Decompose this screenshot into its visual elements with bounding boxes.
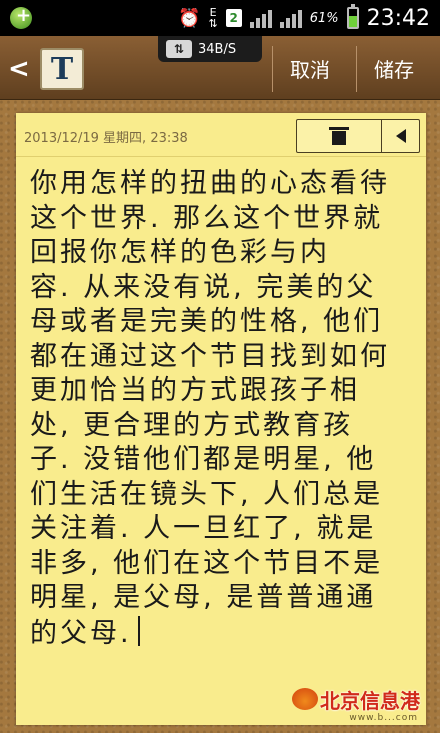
watermark-text: 北京信息港: [320, 688, 420, 713]
note-header: 2013/12/19 星期四, 23:38: [16, 113, 426, 157]
note-line: 子. 没错他们都是明星, 他: [30, 444, 377, 475]
net-speed-label: 34B/S: [198, 41, 237, 57]
action-bar: < T ⇅ 34B/S 取消 储存: [0, 36, 440, 100]
data-transfer-icon: ⇅: [166, 40, 192, 58]
signal-strength-icon: [249, 8, 272, 28]
note-last-line-text: 的父母.: [30, 617, 132, 649]
divider: [272, 46, 273, 92]
network-type-icon: E ⇅: [208, 6, 218, 30]
network-speed-indicator: ⇅ 34B/S: [158, 36, 262, 62]
note-paper[interactable]: 2013/12/19 星期四, 23:38 你用怎样的扭曲的心态看待 这个世界.…: [16, 113, 426, 725]
save-button[interactable]: 储存: [374, 54, 414, 83]
wifi-signal-icon: [279, 8, 302, 28]
collapse-button[interactable]: [381, 120, 419, 152]
app-notification-icon: [10, 5, 32, 29]
watermark-logo-icon: [292, 688, 318, 710]
alarm-clock-icon: ⏰: [178, 7, 201, 29]
battery-level-fill: [348, 16, 357, 27]
note-line: 都在通过这个节目找到如何: [30, 340, 390, 372]
arrow-left-icon: [395, 129, 406, 143]
watermark-url: www.b...com: [349, 713, 418, 723]
cancel-button[interactable]: 取消: [290, 54, 330, 83]
note-date: 2013/12/19 星期四, 23:38: [24, 131, 188, 146]
notification-count-badge: 2: [225, 9, 242, 27]
note-line: 这个世界. 那么这个世界就: [30, 202, 384, 234]
trash-icon: [329, 127, 349, 145]
note-line: 明星, 是父母, 是普普通通: [30, 582, 377, 613]
divider: [356, 46, 357, 92]
note-tools: [296, 119, 420, 153]
note-line: 关注着. 人一旦红了, 就是: [30, 513, 377, 544]
note-text-area[interactable]: 你用怎样的扭曲的心态看待 这个世界. 那么这个世界就 回报你怎样的色彩与内 容.…: [30, 167, 420, 650]
note-line: 处, 更合理的方式教育孩: [30, 409, 354, 441]
note-line: 母或者是完美的性格, 他们: [30, 306, 384, 337]
note-line: 容. 从来没有说, 完美的父: [30, 271, 377, 303]
battery-percent: 61%: [309, 10, 339, 26]
status-clock: 23:42: [366, 5, 430, 31]
note-line: 非多, 他们在这个节目不是: [30, 547, 384, 579]
note-line: 们生活在镜头下, 人们总是: [30, 478, 384, 510]
delete-button[interactable]: [297, 120, 381, 152]
battery-icon: [346, 4, 359, 29]
note-line: 更加恰当的方式跟孩子相: [30, 375, 360, 406]
app-icon-letter: T: [50, 51, 74, 87]
note-line: 回报你怎样的色彩与内: [30, 237, 330, 268]
note-app-icon[interactable]: T: [40, 48, 84, 90]
back-arrow-icon[interactable]: <: [8, 54, 30, 84]
watermark: 北京信息港: [292, 685, 420, 713]
text-cursor: [137, 615, 140, 646]
status-bar: ⏰ E⇅ 2 61% 23:42: [0, 0, 440, 36]
note-line-last: 的父母.: [30, 615, 420, 651]
note-line: 你用怎样的扭曲的心态看待: [30, 168, 390, 199]
